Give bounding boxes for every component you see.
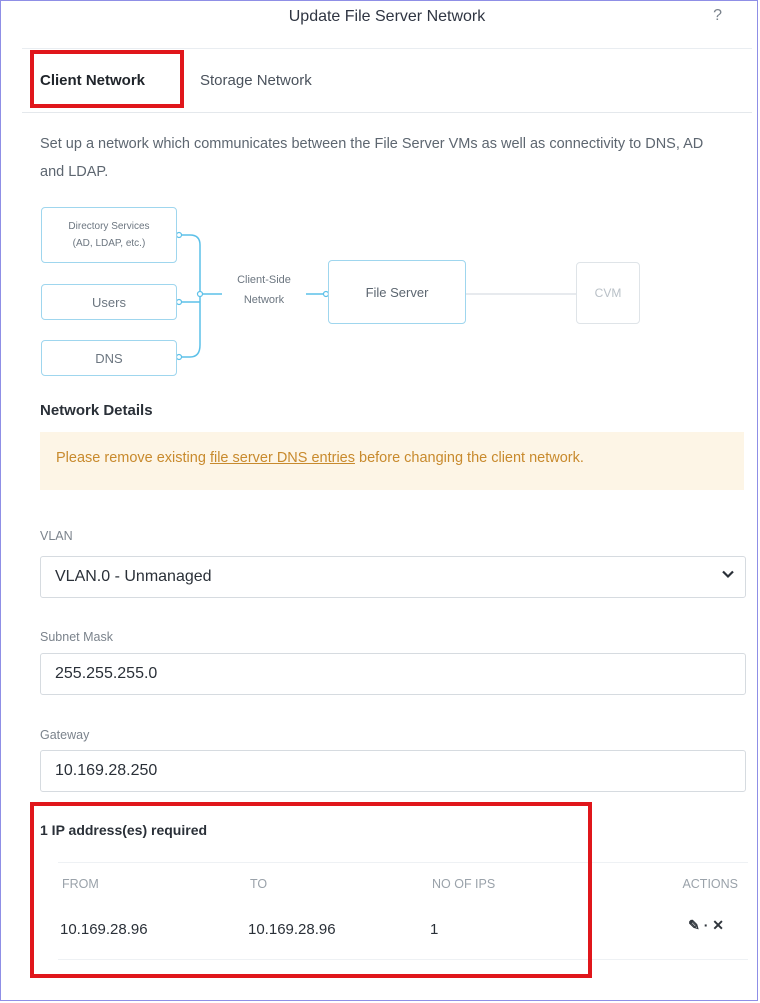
edit-icon[interactable]: ✎ (688, 917, 700, 934)
delete-icon[interactable]: ✕ (712, 917, 724, 934)
dns-entries-link[interactable]: file server DNS entries (210, 450, 355, 466)
diagram-users: Users (41, 284, 177, 320)
column-header-actions: ACTIONS (682, 877, 738, 891)
dialog-header: Update File Server Network ? (22, 0, 752, 49)
network-description: Set up a network which communicates betw… (40, 136, 704, 180)
network-details-title: Network Details (40, 402, 153, 419)
gateway-input[interactable]: 10.169.28.250 (40, 750, 746, 792)
warning-text-after: before changing the client network. (354, 450, 584, 466)
help-icon[interactable]: ? (713, 7, 722, 25)
highlight-box-ip-table (30, 802, 592, 978)
chevron-down-icon (722, 570, 734, 579)
tab-storage-network[interactable]: Storage Network (200, 72, 312, 89)
network-label-line1: Client-Side (237, 274, 291, 286)
diagram-file-server: File Server (328, 260, 466, 324)
diagram-cvm: CVM (576, 262, 640, 324)
directory-services-sublabel: (AD, LDAP, etc.) (72, 238, 146, 249)
diagram-dns: DNS (41, 340, 177, 376)
warning-text-before: Please remove existing (56, 450, 210, 466)
dialog-title: Update File Server Network (288, 8, 486, 25)
row-actions: ✎ · ✕ (688, 917, 724, 934)
highlight-box-client-tab (30, 50, 184, 108)
subnet-mask-label: Subnet Mask (40, 630, 113, 644)
vlan-selected-value: VLAN.0 - Unmanaged (55, 568, 212, 585)
diagram-client-side-network: Client-Side Network (222, 270, 306, 310)
subnet-mask-input[interactable]: 255.255.255.0 (40, 653, 746, 695)
gateway-label: Gateway (40, 728, 90, 742)
action-separator: · (703, 917, 709, 933)
vlan-label: VLAN (40, 529, 73, 543)
network-label-line2: Network (243, 294, 285, 306)
directory-services-label: Directory Services (68, 221, 150, 232)
vlan-select[interactable]: VLAN.0 - Unmanaged (40, 556, 746, 598)
dns-warning-banner: Please remove existing file server DNS e… (40, 432, 744, 490)
diagram-directory-services: Directory Services (AD, LDAP, etc.) (41, 207, 177, 263)
